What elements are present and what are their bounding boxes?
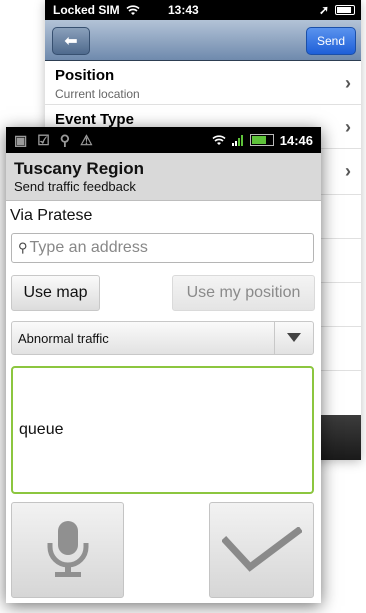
signal-icon xyxy=(231,134,243,146)
use-map-button[interactable]: Use map xyxy=(11,275,100,311)
android-clock: 14:46 xyxy=(279,132,313,148)
chevron-right-icon: › xyxy=(345,73,351,93)
list-item-title: Position xyxy=(55,67,115,84)
use-my-position-button[interactable]: Use my position xyxy=(172,275,315,311)
send-button[interactable]: Send xyxy=(306,27,356,55)
dropdown-arrow-icon[interactable] xyxy=(274,322,313,354)
back-button[interactable]: ⬅ xyxy=(52,27,90,55)
address-placeholder: Type an address xyxy=(29,239,148,256)
address-input[interactable]: ⚲ Type an address xyxy=(11,233,314,263)
ios-clock: 13:43 xyxy=(168,3,199,17)
ios-carrier-label: Locked SIM xyxy=(53,3,120,17)
chevron-right-icon: › xyxy=(345,117,351,137)
event-type-selected: Abnormal traffic xyxy=(18,330,109,346)
checkbox-notification-icon: ☑ xyxy=(37,131,50,148)
street-label: Via Pratese xyxy=(10,207,93,224)
microphone-icon xyxy=(47,521,88,577)
ios-nav-bar: ⬅ Send xyxy=(45,20,361,61)
message-text: queue xyxy=(19,421,64,438)
usb-icon: ⚲ xyxy=(59,131,71,148)
warning-icon: ⚠ xyxy=(80,131,93,148)
dialog-header: Tuscany Region Send traffic feedback xyxy=(6,153,321,201)
event-type-select[interactable]: Abnormal traffic xyxy=(11,321,314,355)
battery-icon xyxy=(249,134,274,146)
android-status-bar: ▣ ☑ ⚲ ⚠ 14:46 xyxy=(6,127,321,153)
voice-input-button[interactable] xyxy=(11,502,124,598)
list-item-subtitle: Current location xyxy=(55,87,140,101)
ios-carrier: Locked SIM xyxy=(53,3,140,17)
page-subtitle: Send traffic feedback xyxy=(14,179,136,194)
location-arrow-icon: ➚ xyxy=(318,3,329,17)
sim-icon: ▣ xyxy=(14,131,28,148)
search-icon: ⚲ xyxy=(18,240,28,255)
wifi-icon xyxy=(126,4,140,15)
message-textarea[interactable]: queue xyxy=(11,366,314,494)
list-item-title: Event Type xyxy=(55,111,134,128)
wifi-icon xyxy=(212,134,226,145)
chevron-right-icon: › xyxy=(345,161,351,181)
list-item-position[interactable]: Position Current location › xyxy=(45,61,361,105)
submit-button[interactable] xyxy=(209,502,314,598)
ios-status-bar: Locked SIM 13:43 ➚ xyxy=(45,0,361,20)
checkmark-icon xyxy=(221,527,302,572)
android-screen: ▣ ☑ ⚲ ⚠ 14:46 Tuscany Region Send traffi… xyxy=(6,127,321,603)
page-title: Tuscany Region xyxy=(14,159,145,178)
battery-icon xyxy=(335,5,355,15)
back-arrow-icon: ⬅ xyxy=(64,33,78,50)
